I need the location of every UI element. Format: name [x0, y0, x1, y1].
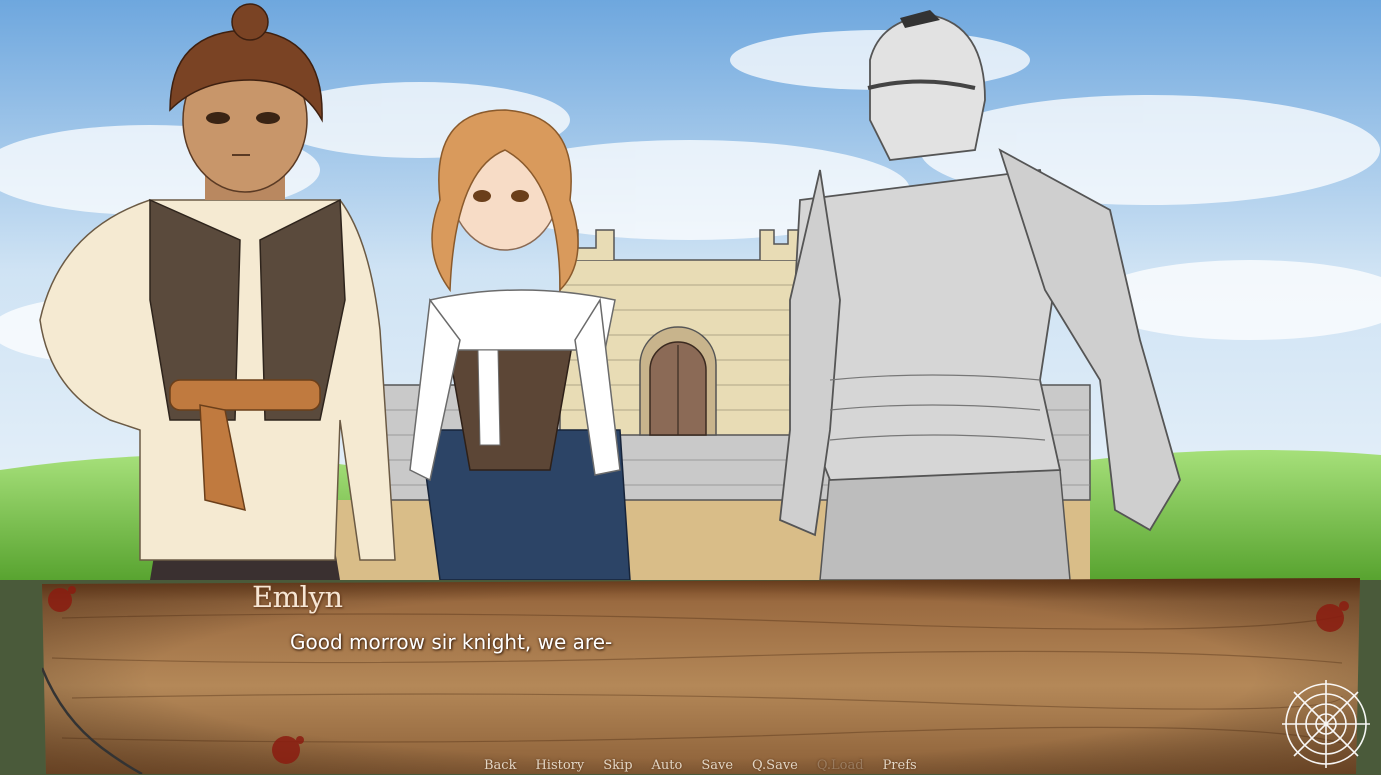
quick-menu-history[interactable]: History [535, 756, 584, 775]
dialogue-box[interactable] [42, 578, 1360, 774]
speaker-name: Emlyn [252, 580, 343, 614]
quick-menu-save[interactable]: Save [701, 756, 733, 775]
quick-menu: Back History Skip Auto Save Q.Save Q.Loa… [484, 756, 936, 775]
quick-menu-qsave[interactable]: Q.Save [752, 756, 798, 775]
quick-menu-prefs[interactable]: Prefs [883, 756, 917, 775]
quick-menu-auto[interactable]: Auto [652, 756, 683, 775]
quick-menu-back[interactable]: Back [484, 756, 516, 775]
spiderweb-icon [1282, 680, 1370, 768]
dialogue-text: Good morrow sir knight, we are- [290, 630, 613, 654]
quick-menu-skip[interactable]: Skip [603, 756, 632, 775]
quick-menu-qload: Q.Load [816, 758, 864, 773]
